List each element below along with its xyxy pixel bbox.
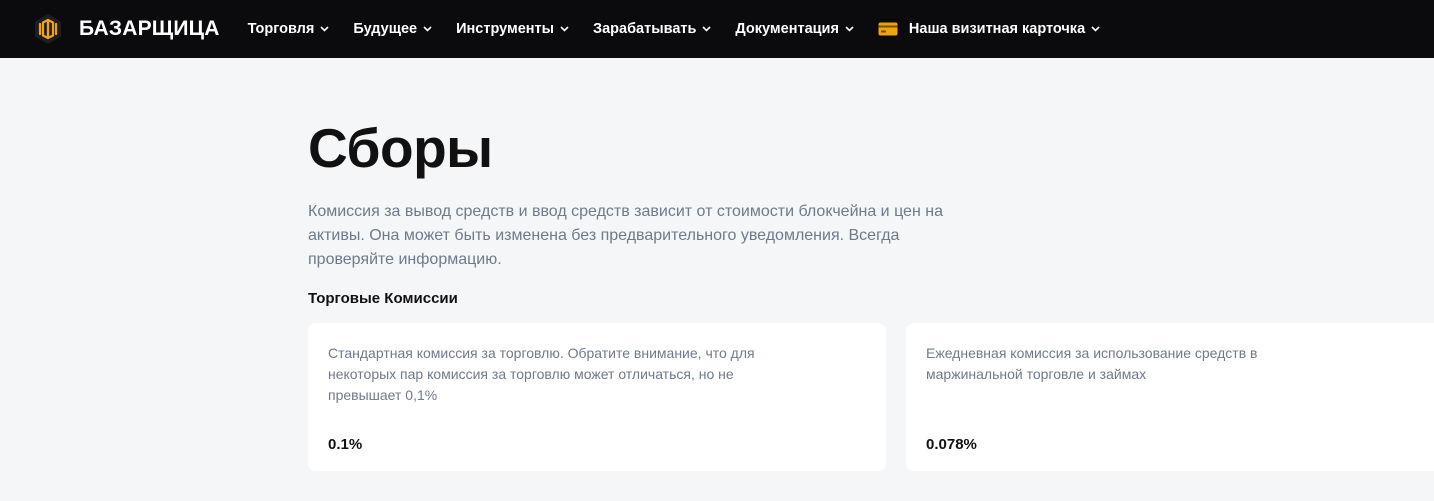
fee-value: 0.078%: [926, 436, 977, 453]
card-icon: [878, 22, 898, 36]
chevron-down-icon: [320, 26, 329, 32]
fee-description: Ежедневная комиссия за использование сре…: [926, 345, 1258, 382]
nav-item-business-card[interactable]: Наша визитная карточка: [878, 21, 1100, 37]
nav-item-docs[interactable]: Документация: [735, 21, 854, 37]
fee-value: 0.1%: [328, 436, 363, 453]
brand-logo-icon: [35, 14, 61, 44]
main-content: Сборы Комиссия за вывод средств и ввод с…: [308, 116, 1434, 471]
page-title: Сборы: [308, 117, 493, 179]
nav-item-tools[interactable]: Инструменты: [456, 21, 569, 37]
nav-item-label: Зарабатывать: [593, 21, 697, 37]
nav-item-futures[interactable]: Будущее: [353, 21, 432, 37]
brand-logo[interactable]: БАЗАРЩИЦА: [32, 13, 220, 45]
chevron-down-icon: [423, 26, 432, 32]
nav-item-label: Документация: [735, 21, 839, 37]
fee-cards: Стандартная комиссия за торговлю. Обрати…: [308, 323, 1434, 471]
fee-description: Стандартная комиссия за торговлю. Обрати…: [328, 345, 755, 403]
nav-item-label: Наша визитная карточка: [908, 21, 1086, 37]
fee-card-margin: Ежедневная комиссия за использование сре…: [906, 323, 1434, 471]
chevron-down-icon: [702, 26, 711, 32]
fee-card-trading: Стандартная комиссия за торговлю. Обрати…: [308, 323, 886, 471]
brand-name: БАЗАРЩИЦА: [79, 17, 220, 40]
main-nav: Торговля Будущее Инструменты Зарабатыват…: [248, 21, 1125, 37]
chevron-down-icon: [560, 26, 569, 32]
top-navigation-bar: БАЗАРЩИЦА Торговля Будущее Инструменты З…: [0, 0, 1434, 58]
nav-item-label: Инструменты: [456, 21, 555, 37]
nav-item-label: Будущее: [353, 21, 418, 37]
nav-item-trade[interactable]: Торговля: [248, 21, 330, 37]
chevron-down-icon: [1091, 26, 1100, 32]
section-title: Торговые Комиссии: [308, 290, 458, 307]
chevron-down-icon: [845, 26, 854, 32]
nav-item-label: Торговля: [247, 21, 315, 37]
nav-item-earn[interactable]: Зарабатывать: [593, 21, 711, 37]
intro-text: Комиссия за вывод средств и ввод средств…: [308, 203, 943, 268]
